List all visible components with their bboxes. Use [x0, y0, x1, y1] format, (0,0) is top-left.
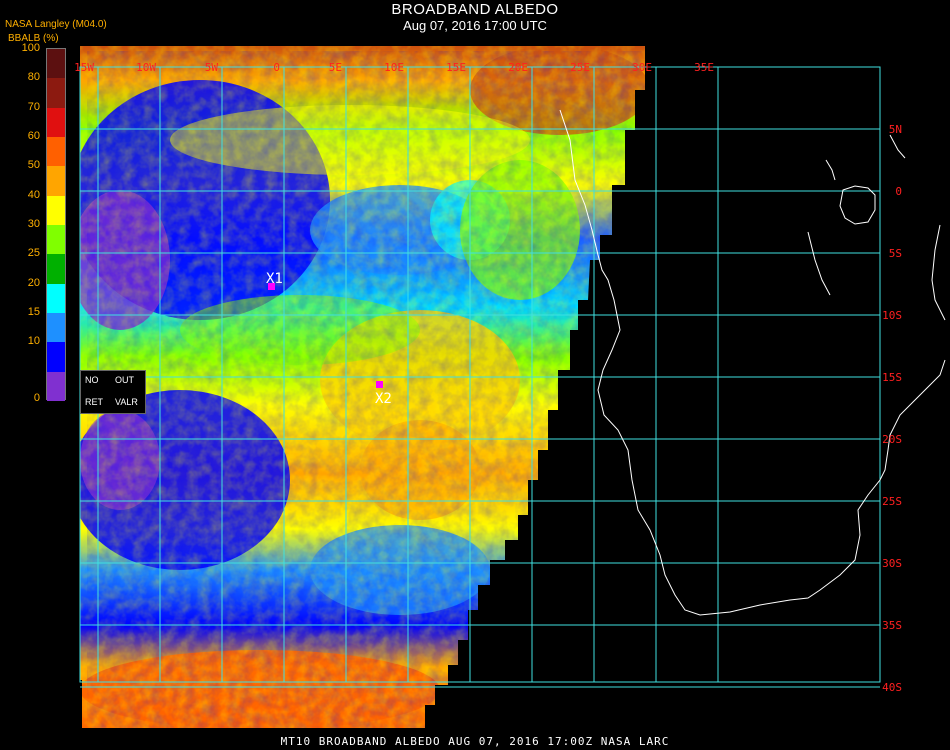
longitude-label: 10W [136, 61, 156, 74]
latitude-labels: 5N 0 5S 10S 15S 20S 25S 30S 35S 40S [882, 123, 902, 694]
longitude-label: 25E [570, 61, 590, 74]
coastline [559, 109, 946, 616]
color-scale-segment [47, 137, 65, 167]
color-scale-segment [47, 283, 65, 314]
legend-ret: RET [85, 397, 103, 407]
color-scale-tick: 40 [27, 188, 40, 201]
longitude-label: 15W [74, 61, 94, 74]
color-scale-segment [47, 225, 65, 255]
latitude-label: 5N [889, 123, 902, 136]
marker-x1-label: X1 [266, 271, 283, 287]
color-scale-tick: 10 [27, 335, 40, 348]
longitude-label: 20E [508, 61, 528, 74]
color-scale-segment [47, 254, 65, 285]
longitude-label: 5W [205, 61, 219, 74]
color-scale-tick: 25 [27, 247, 40, 260]
color-scale-tick: 60 [27, 130, 40, 142]
longitude-label: 35E [694, 61, 714, 74]
color-scale-tick: 70 [27, 100, 40, 113]
longitude-label: 15E [446, 61, 466, 74]
marker-x2-label: X2 [375, 391, 392, 407]
color-scale-segment [47, 342, 65, 373]
marker-x2-square [376, 381, 383, 388]
legend-no: NO [85, 375, 99, 385]
latitude-label: 20S [882, 433, 902, 446]
color-scale-tick: 30 [27, 218, 40, 230]
longitude-label: 5E [329, 61, 342, 74]
color-scale-segment [47, 49, 65, 79]
legend-valr: VALR [115, 397, 138, 407]
color-scale-segment [47, 313, 65, 343]
color-scale-tick: 20 [27, 276, 40, 289]
longitude-label: 30E [632, 61, 652, 74]
longitude-label: 10E [384, 61, 404, 74]
color-scale-segment [47, 107, 65, 138]
latitude-label: 5S [889, 247, 902, 260]
color-scale-tick: 15 [27, 306, 40, 318]
latitude-label: 0 [895, 185, 902, 198]
color-scale-segment [47, 371, 65, 402]
color-scale-segment [47, 78, 65, 109]
latitude-label: 25S [882, 495, 902, 508]
color-scale-tick: 0 [33, 392, 40, 404]
color-scale-segment [47, 166, 65, 197]
latitude-label: 10S [882, 309, 902, 322]
albedo-data-field [80, 46, 645, 728]
map-title: BROADBAND ALBEDO [391, 1, 559, 18]
color-scale-tick: 50 [27, 159, 40, 172]
latitude-label: 40S [882, 681, 902, 694]
latitude-label: 15S [882, 371, 902, 384]
latitude-label: 35S [882, 619, 902, 632]
legend-out: OUT [115, 375, 134, 385]
map-subtitle: Aug 07, 2016 17:00 UTC [403, 18, 547, 33]
albedo-map-view: 15W 10W 5W 0 5E 10E 15E 20E 25E 30E 35E 5N 0 5S 10S 15… [0, 0, 950, 750]
color-scale-tick: 100 [21, 42, 40, 54]
footer-caption: MT10 BROADBAND ALBEDO AUG 07, 2016 17:00… [280, 735, 670, 748]
longitude-label: 0 [273, 61, 280, 74]
legend-box: NO OUT RET VALR [80, 370, 146, 414]
producer-label: NASA Langley (M04.0) [5, 19, 107, 30]
color-scale-bar [46, 48, 66, 402]
color-scale-segment [47, 195, 65, 226]
color-scale-tick: 80 [27, 71, 40, 84]
latitude-label: 30S [882, 557, 902, 570]
